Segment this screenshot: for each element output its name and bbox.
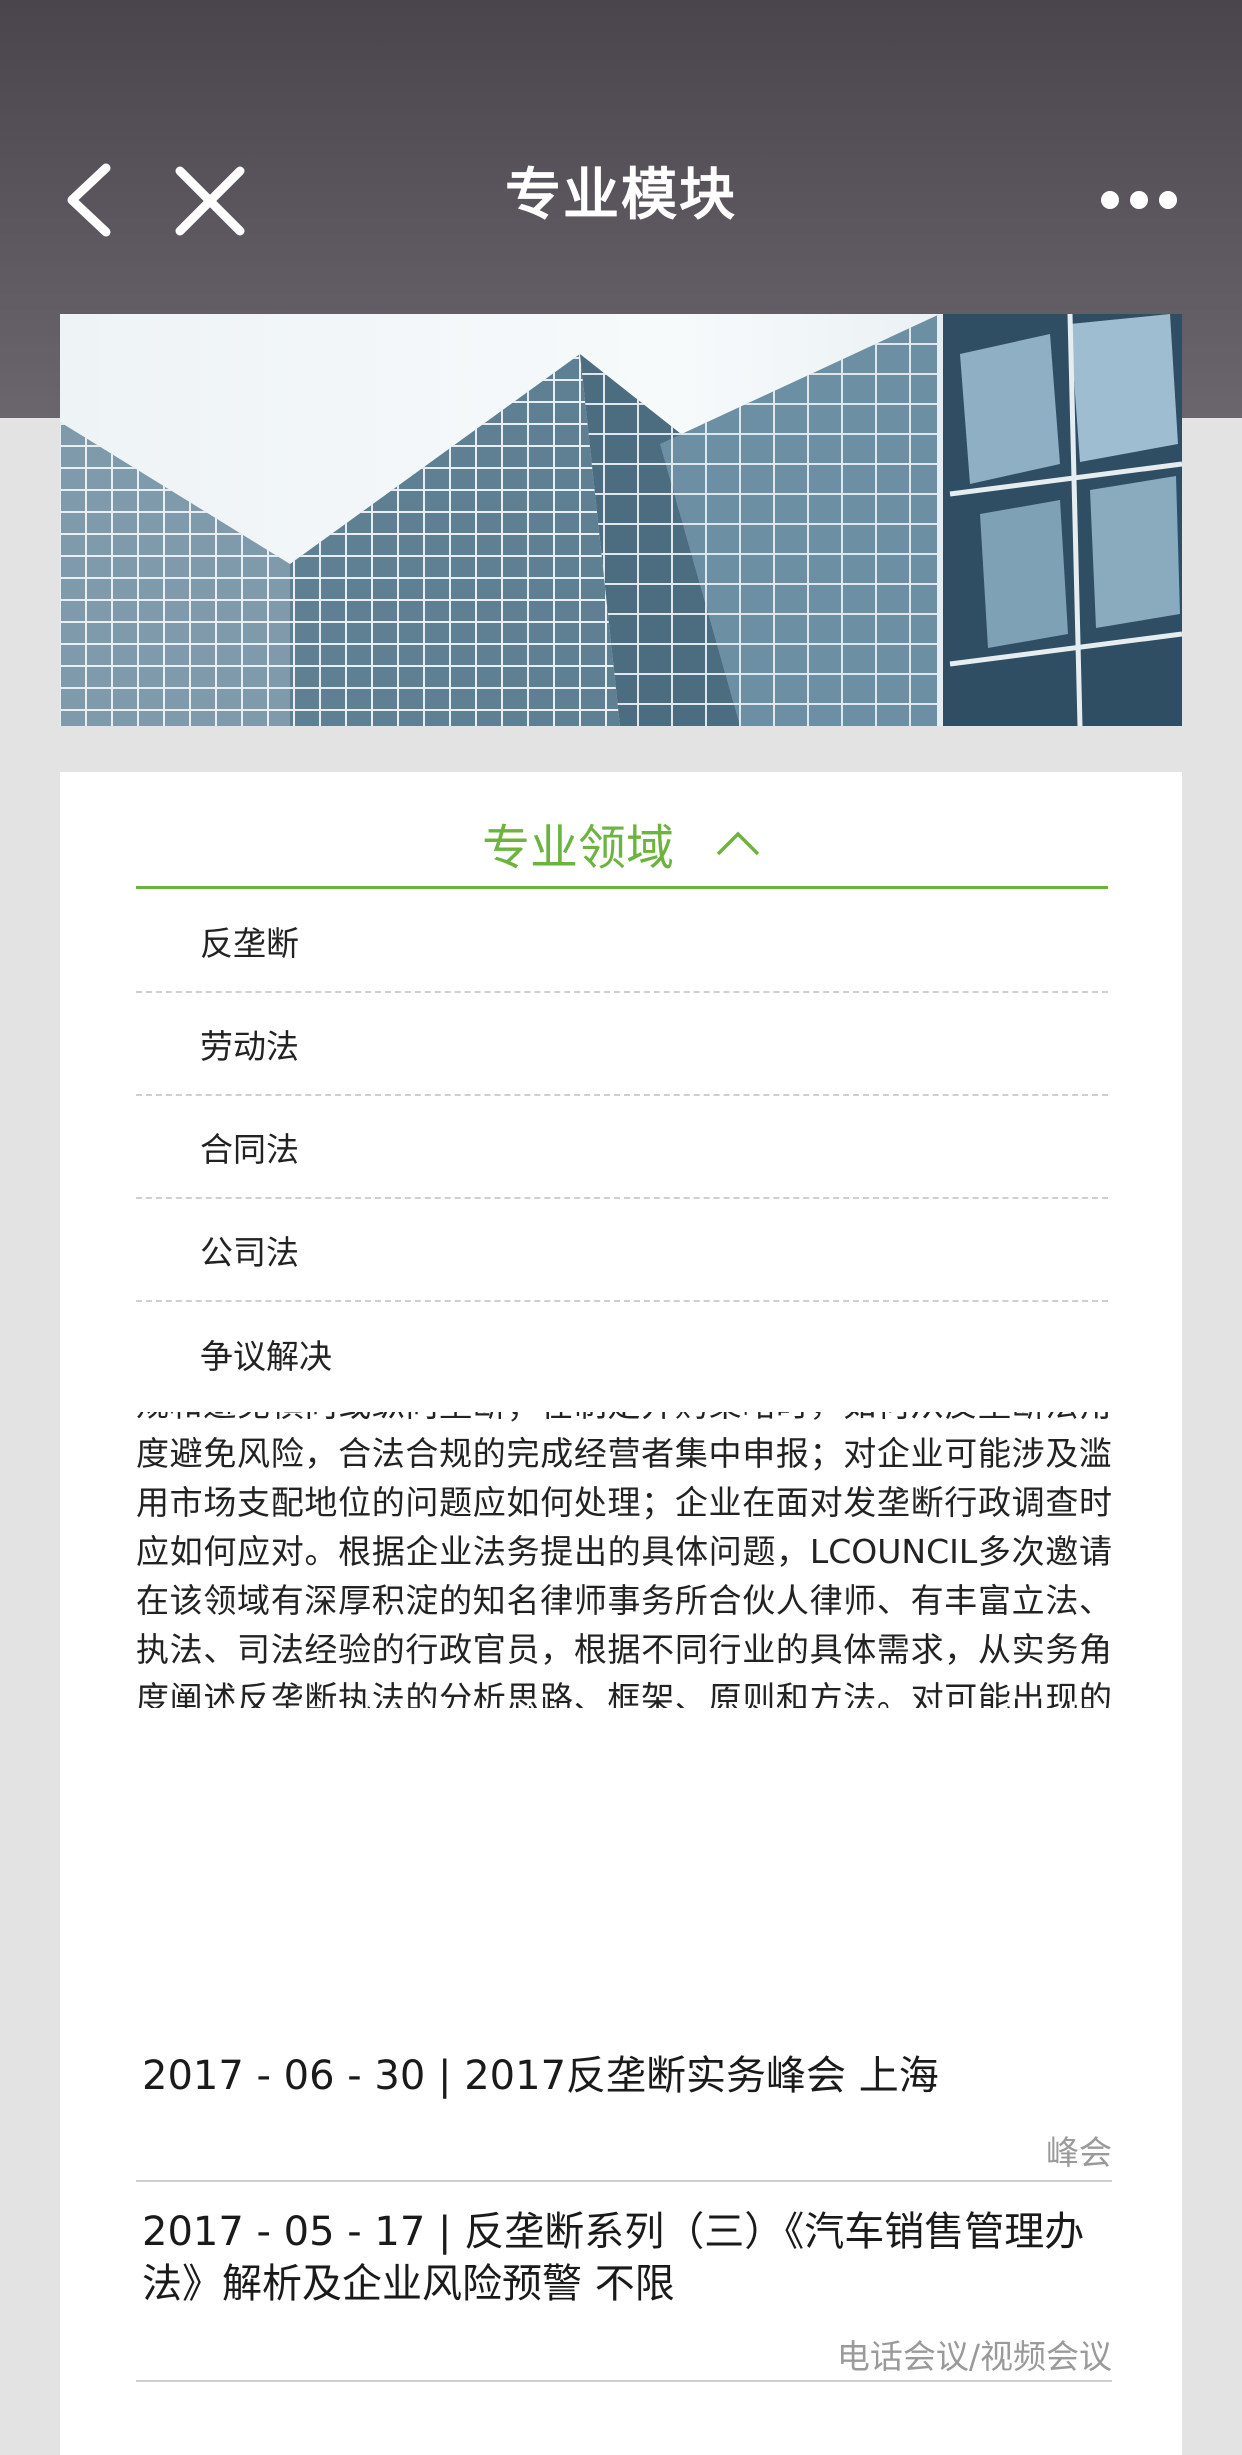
chevron-up-icon [716, 831, 760, 856]
glass-building-illustration [60, 314, 1182, 726]
section-title: 专业领域 [481, 820, 674, 876]
more-dots-icon [1101, 191, 1177, 209]
area-item-labor-law[interactable]: 劳动法 [136, 993, 1108, 1096]
more-button[interactable] [1096, 180, 1182, 220]
event-title: 2017 - 06 - 30 | 2017反垄断实务峰会 上海 [142, 2053, 939, 2099]
page-title: 专业模块 [505, 163, 737, 228]
description-text: 规和避免横向或纵向垄断；在制定并购策略时，如何从反垄断法角度避免风险，合法合规的… [136, 1412, 1112, 1708]
event-item-summit[interactable]: 2017 - 06 - 30 | 2017反垄断实务峰会 上海 峰会 [136, 1990, 1112, 2182]
event-type: 峰会 [1046, 2133, 1112, 2172]
practice-area-list: 反垄断 劳动法 合同法 公司法 争议解决 [136, 890, 1108, 1405]
area-item-corporate-law[interactable]: 公司法 [136, 1199, 1108, 1302]
area-item-antitrust[interactable]: 反垄断 [136, 890, 1108, 993]
event-title: 2017 - 05 - 17 | 反垄断系列（三）《汽车销售管理办法》解析及企业… [142, 2209, 1085, 2307]
section-header-toggle[interactable]: 专业领域 [136, 800, 1108, 889]
event-list-item[interactable]: 2017 - 06 - 30 | 2017反垄断实务峰会 上海 峰会 2017 … [136, 1990, 1112, 2382]
content-card: 专业领域 反垄断 劳动法 合同法 公司法 争议解决 规和避免横向或纵向垄断；在制… [60, 772, 1182, 2455]
description-viewport: 规和避免横向或纵向垄断；在制定并购策略时，如何从反垄断法角度避免风险，合法合规的… [136, 1412, 1112, 1708]
event-type: 电话会议/视频会议 [836, 2337, 1112, 2376]
banner-image [60, 314, 1182, 726]
area-item-contract-law[interactable]: 合同法 [136, 1096, 1108, 1199]
area-item-dispute-resolution[interactable]: 争议解决 [136, 1302, 1108, 1405]
event-item-webinar[interactable]: 2017 - 05 - 17 | 反垄断系列（三）《汽车销售管理办法》解析及企业… [136, 2182, 1112, 2428]
